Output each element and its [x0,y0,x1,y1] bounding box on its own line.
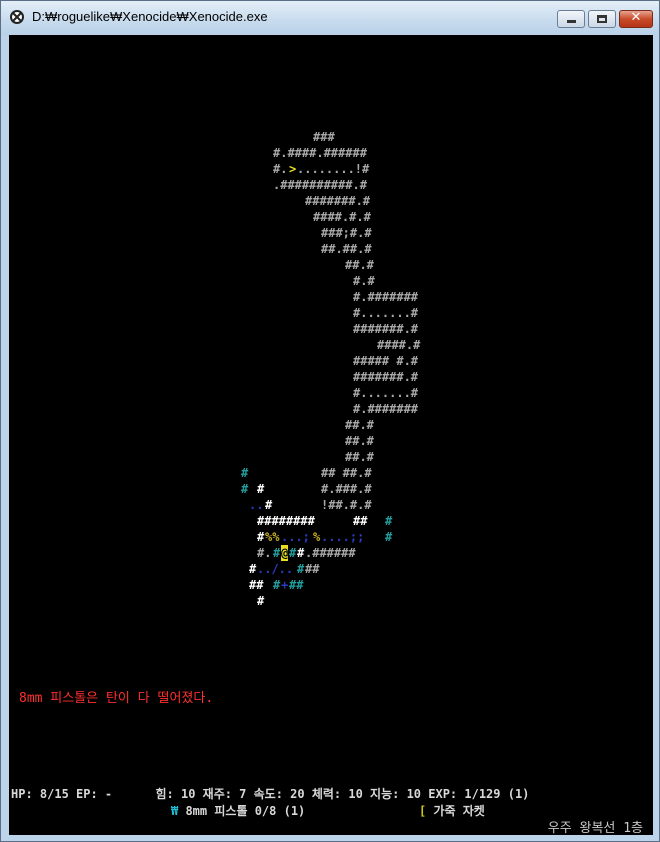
minimize-icon [567,20,576,23]
map-row-9-segment-0: #.# [353,274,375,288]
map-row-29-segment-0: # [257,594,265,608]
map-row-3-segment-0: .##########.# [273,178,367,192]
map-row-4-segment-0: #######.# [305,194,371,208]
map-row-26-segment-0: #. [257,546,272,560]
map-row-22-segment-0: # [241,482,249,496]
map-row-25-segment-2: ...; [281,530,310,544]
map-row-26-segment-2: @ [281,545,289,561]
title-bar[interactable]: D:₩roguelike₩Xenocide₩Xenocide.exe ✕ [1,1,659,35]
map-row-0-segment-0: ### [313,130,335,144]
map-row-25-segment-1: %% [265,530,280,544]
map-row-28-segment-0: ## [249,578,264,592]
map-row-22-segment-2: #.###.# [321,482,372,496]
equipped-armor: [ 가죽 자켓 [419,802,485,819]
map-row-2-segment-2: ........!# [297,162,370,176]
map-row-24-segment-1: ## [353,514,368,528]
map-row-10-segment-0: #.####### [353,290,419,304]
map-row-23-segment-0: .. [249,498,264,512]
map-row-17-segment-0: #.####### [353,402,419,416]
dungeon-map: ### #.####.###### #. > ........!# .##########… [9,35,653,835]
map-row-11-segment-0: #.......# [353,306,419,320]
map-row-5-segment-0: ####.#.# [313,210,371,224]
map-row-23-segment-1: # [265,498,273,512]
map-row-24-segment-2: # [385,514,393,528]
map-row-8-segment-0: ##.# [345,258,374,272]
map-row-23-segment-2: !##.#.# [321,498,372,512]
map-row-27-segment-2: # [297,562,305,576]
window-title: D:₩roguelike₩Xenocide₩Xenocide.exe [32,9,268,24]
map-row-24-segment-0: ######## [257,514,315,528]
map-row-21-segment-1: ## ##.# [321,466,372,480]
game-window: D:₩roguelike₩Xenocide₩Xenocide.exe ✕ ###… [0,0,660,842]
map-row-20-segment-0: ##.# [345,450,374,464]
armor-label: 가죽 자켓 [426,804,485,818]
map-row-22-segment-1: # [257,482,265,496]
map-row-27-segment-1: ../.. [257,562,294,576]
minimize-button[interactable] [557,10,585,28]
map-row-26-segment-5: .###### [305,546,356,560]
game-console[interactable]: ### #.####.###### #. > ........!# .##########… [9,35,653,835]
close-button[interactable]: ✕ [619,10,653,28]
map-row-16-segment-0: #.......# [353,386,419,400]
app-icon [10,10,24,24]
map-row-28-segment-3: ## [289,578,304,592]
map-row-26-segment-1: # [273,546,281,560]
map-row-13-segment-0: ####.# [377,338,421,352]
map-row-12-segment-0: #######.# [353,322,419,336]
dungeon-location: 우주 왕복선 1층 [547,821,643,835]
map-row-1-segment-0: #.####.###### [273,146,367,160]
status-line: HP: 8/15 EP: - 힘: 10 재주: 7 속도: 20 체력: 10… [11,787,530,801]
map-row-7-segment-0: ##.##.# [321,242,372,256]
map-row-14-segment-0: ##### #.# [353,354,419,368]
close-icon: ✕ [630,10,642,25]
weapon-label: 8mm 피스톨 0/8 (1) [178,804,306,818]
map-row-26-segment-4: # [297,546,305,560]
map-row-2-segment-1: > [289,162,297,176]
map-row-15-segment-0: #######.# [353,370,419,384]
map-row-21-segment-0: # [241,466,249,480]
map-row-27-segment-0: # [249,562,257,576]
map-row-6-segment-0: ###;#.# [321,226,372,240]
map-row-25-segment-0: # [257,530,265,544]
equipped-weapon: ₩ 8mm 피스톨 0/8 (1) [171,802,305,819]
map-row-25-segment-5: # [385,530,393,544]
map-row-28-segment-2: + [281,578,289,592]
map-row-28-segment-1: # [273,578,281,592]
message-log: 8mm 피스톨은 탄이 다 떨어졌다. [19,691,214,706]
map-row-2-segment-0: #. [273,162,288,176]
maximize-button[interactable] [588,10,616,28]
maximize-icon [597,15,607,23]
map-row-18-segment-0: ##.# [345,418,374,432]
map-row-26-segment-3: # [289,546,297,560]
map-row-19-segment-0: ##.# [345,434,374,448]
map-row-25-segment-3: % [313,530,321,544]
map-row-25-segment-4: ....;; [321,530,365,544]
map-row-27-segment-3: ## [305,562,320,576]
